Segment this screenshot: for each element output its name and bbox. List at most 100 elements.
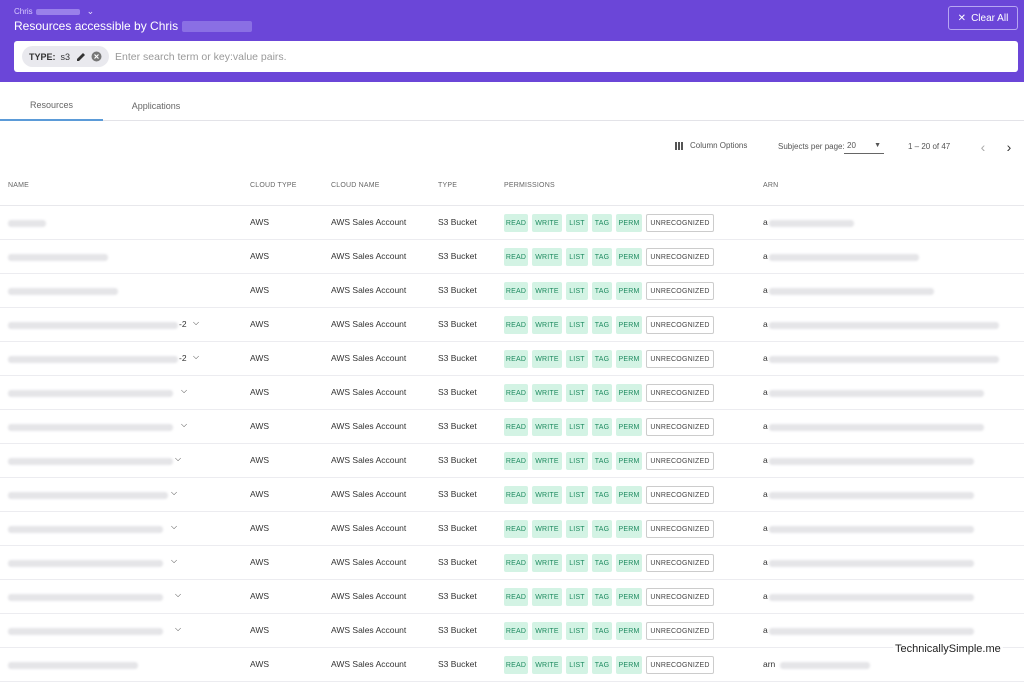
expand-chevron-icon[interactable]: ⌵ (171, 556, 177, 566)
column-header-arn[interactable]: ARN (763, 182, 778, 189)
permission-badge-list: LIST (566, 384, 588, 402)
table-row[interactable]: ⌵ AWS AWS Sales Account S3 Bucket READ WRITE L… (0, 376, 1024, 410)
redacted-resource-name (8, 254, 108, 261)
column-options-button[interactable]: Column Options (675, 141, 747, 150)
table-row[interactable]: ⌵ AWS AWS Sales Account S3 Bucket READ WRITE L… (0, 580, 1024, 614)
expand-chevron-icon[interactable]: ⌵ (181, 420, 187, 430)
permission-badges: READ WRITE LIST TAG PERM UNRECOGNIZED (504, 282, 714, 300)
cell-type: S3 Bucket (438, 353, 477, 363)
permission-badge-unrecognized: UNRECOGNIZED (646, 418, 714, 436)
arn-prefix: a (763, 625, 768, 635)
permission-badge-tag: TAG (592, 520, 612, 538)
table-row[interactable]: ⌵ AWS AWS Sales Account S3 Bucket READ WRITE L… (0, 410, 1024, 444)
cell-type: S3 Bucket (438, 557, 477, 567)
cell-cloud-type: AWS (250, 557, 270, 567)
table-row[interactable]: -2 ⌵ AWS AWS Sales Account S3 Bucket READ WRIT… (0, 342, 1024, 376)
expand-chevron-icon[interactable]: ⌵ (193, 352, 199, 362)
pagination-range: 1 – 20 of 47 (908, 142, 951, 151)
search-bar[interactable]: TYPE: s3 (14, 41, 1018, 72)
previous-page-button[interactable]: ‹ (975, 138, 991, 156)
permission-badges: READ WRITE LIST TAG PERM UNRECOGNIZED (504, 656, 714, 674)
table-row[interactable]: AWS AWS Sales Account S3 Bucket READ WRITE LI… (0, 206, 1024, 240)
permission-badge-unrecognized: UNRECOGNIZED (646, 248, 714, 266)
cell-type: S3 Bucket (438, 217, 477, 227)
table-row[interactable]: ⌵ AWS AWS Sales Account S3 Bucket READ WRITE L… (0, 614, 1024, 648)
cell-cloud-name: AWS Sales Account (331, 251, 407, 261)
permission-badge-tag: TAG (592, 316, 612, 334)
redacted-arn (769, 492, 974, 499)
user-switcher[interactable]: Chris ⌄ (14, 6, 94, 17)
cell-type: S3 Bucket (438, 625, 477, 635)
arn-prefix: a (763, 251, 768, 261)
filter-chip[interactable]: TYPE: s3 (22, 46, 110, 67)
permission-badge-list: LIST (566, 452, 588, 470)
table-row[interactable]: ⌵ AWS AWS Sales Account S3 Bucket READ WRITE L… (0, 444, 1024, 478)
table-row[interactable]: -2 ⌵ AWS AWS Sales Account S3 Bucket READ WRIT… (0, 308, 1024, 342)
permission-badges: READ WRITE LIST TAG PERM UNRECOGNIZED (504, 384, 714, 402)
redacted-resource-name (8, 662, 138, 669)
column-header-cloud-name[interactable]: CLOUD NAME (331, 182, 380, 189)
column-header-permissions[interactable]: PERMISSIONS (504, 182, 555, 189)
pencil-icon[interactable] (75, 51, 86, 62)
permission-badge-read: READ (504, 588, 528, 606)
cell-cloud-type: AWS (250, 455, 270, 465)
permission-badge-tag: TAG (592, 248, 612, 266)
permission-badge-perm: PERM (616, 622, 642, 640)
column-header-name[interactable]: NAME (8, 182, 29, 189)
arn-prefix: a (763, 319, 768, 329)
expand-chevron-icon[interactable]: ⌵ (171, 488, 177, 498)
resource-name-suffix: -2 (179, 353, 187, 363)
expand-chevron-icon[interactable]: ⌵ (193, 318, 199, 328)
redacted-arn (769, 594, 974, 601)
next-page-button[interactable]: › (1001, 138, 1017, 156)
arn-prefix: arn (763, 659, 776, 669)
cell-cloud-name: AWS Sales Account (331, 489, 407, 499)
expand-chevron-icon[interactable]: ⌵ (175, 590, 181, 600)
permission-badges: READ WRITE LIST TAG PERM UNRECOGNIZED (504, 622, 714, 640)
permission-badge-list: LIST (566, 622, 588, 640)
permission-badge-tag: TAG (592, 350, 612, 368)
permission-badge-unrecognized: UNRECOGNIZED (646, 452, 714, 470)
cell-type: S3 Bucket (438, 489, 477, 499)
table-row[interactable]: ⌵ AWS AWS Sales Account S3 Bucket READ WRITE L… (0, 546, 1024, 580)
permission-badge-write: WRITE (532, 520, 562, 538)
per-page-label: Subjects per page: (778, 142, 845, 151)
permission-badges: READ WRITE LIST TAG PERM UNRECOGNIZED (504, 418, 714, 436)
cell-cloud-type: AWS (250, 285, 270, 295)
redacted-resource-name (8, 594, 163, 601)
tab-resources[interactable]: Resources (0, 90, 103, 121)
table-row[interactable]: AWS AWS Sales Account S3 Bucket READ WRITE LI… (0, 240, 1024, 274)
expand-chevron-icon[interactable]: ⌵ (181, 386, 187, 396)
arn-prefix: a (763, 523, 768, 533)
expand-chevron-icon[interactable]: ⌵ (175, 624, 181, 634)
permission-badge-list: LIST (566, 656, 588, 674)
filter-chip-value: s3 (60, 51, 71, 62)
cell-cloud-name: AWS Sales Account (331, 523, 407, 533)
permission-badge-list: LIST (566, 554, 588, 572)
redacted-arn (769, 322, 999, 329)
permission-badge-read: READ (504, 384, 528, 402)
arn-prefix: a (763, 387, 768, 397)
permission-badges: READ WRITE LIST TAG PERM UNRECOGNIZED (504, 554, 714, 572)
permission-badge-write: WRITE (532, 214, 562, 232)
table-row[interactable]: ⌵ AWS AWS Sales Account S3 Bucket READ WRITE L… (0, 512, 1024, 546)
permission-badge-unrecognized: UNRECOGNIZED (646, 520, 714, 538)
column-header-cloud-type[interactable]: CLOUD TYPE (250, 182, 297, 189)
table-row[interactable]: AWS AWS Sales Account S3 Bucket READ WRITE LI… (0, 274, 1024, 308)
permission-badge-list: LIST (566, 282, 588, 300)
expand-chevron-icon[interactable]: ⌵ (175, 454, 181, 464)
tab-applications[interactable]: Applications (103, 90, 209, 121)
remove-filter-icon[interactable] (91, 51, 102, 62)
clear-all-button[interactable]: ✕ Clear All (948, 6, 1018, 30)
permission-badge-write: WRITE (532, 554, 562, 572)
cell-cloud-type: AWS (250, 421, 270, 431)
permission-badge-read: READ (504, 248, 528, 266)
search-input[interactable] (115, 50, 716, 63)
per-page-select[interactable]: 20 ▼ (844, 138, 884, 154)
table-row[interactable]: ⌵ AWS AWS Sales Account S3 Bucket READ WRITE L… (0, 478, 1024, 512)
expand-chevron-icon[interactable]: ⌵ (171, 522, 177, 532)
cell-cloud-name: AWS Sales Account (331, 625, 407, 635)
chevron-down-icon: ⌄ (86, 6, 95, 16)
column-header-type[interactable]: TYPE (438, 182, 457, 189)
table-row[interactable]: AWS AWS Sales Account S3 Bucket READ WRITE LI… (0, 648, 1024, 682)
